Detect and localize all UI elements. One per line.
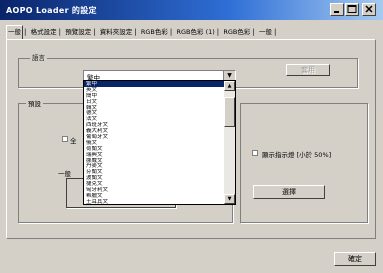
- options-label: 預設: [26, 98, 43, 108]
- select-button[interactable]: 選擇: [253, 185, 325, 199]
- minimize-button[interactable]: [330, 3, 344, 16]
- tab-general-2[interactable]: 一般: [258, 26, 273, 39]
- title-bar: AOPO Loader 的設定: [0, 0, 383, 20]
- maximize-button[interactable]: [345, 3, 359, 16]
- apply-button[interactable]: 套用: [286, 64, 330, 76]
- language-options: 繁中 英文 簡中 日文 韓文 德文 法文 西班牙文 義大利文 葡萄牙文 俄文 荷蘭文 瑞典文 挪威文 丹麥文…: [84, 81, 235, 204]
- sub-group-label: 一般: [58, 170, 71, 178]
- ok-button[interactable]: 確定: [334, 252, 376, 266]
- language-dropdown-list[interactable]: 繁中 英文 簡中 日文 韓文 德文 法文 西班牙文 義大利文 葡萄牙文 俄文 荷蘭文 瑞典文 挪威文 丹麥文…: [83, 80, 236, 205]
- tab-format[interactable]: 格式設定: [30, 26, 58, 39]
- tab-rgb[interactable]: RGB色彩: [140, 26, 169, 39]
- dropdown-scrollbar[interactable]: ▲ ▼: [224, 81, 235, 204]
- scroll-down-icon[interactable]: ▼: [224, 194, 235, 204]
- tab-folder[interactable]: 資料夾設定: [99, 26, 134, 39]
- close-icon: [365, 5, 373, 13]
- scroll-thumb[interactable]: [224, 97, 235, 127]
- indicator-group: [240, 103, 368, 223]
- settings-window: AOPO Loader 的設定 一般 | 格式設定 | 預覽設定 | 資料夾設定 | R…: [0, 0, 383, 273]
- chevron-down-icon[interactable]: ▼: [223, 71, 235, 80]
- tab-rgb-1[interactable]: RGB色彩 (1): [175, 26, 215, 39]
- language-label: 語言: [30, 52, 47, 62]
- indicator-checkbox[interactable]: [252, 150, 258, 156]
- option-checkbox[interactable]: [62, 136, 68, 142]
- option-checkbox-label: 全: [70, 137, 77, 145]
- tab-preview[interactable]: 預覽設定: [64, 26, 92, 39]
- tab-strip: 一般 | 格式設定 | 預覽設定 | 資料夾設定 | RGB色彩 | RGB色彩 (1) |…: [6, 25, 291, 40]
- close-button[interactable]: [362, 3, 376, 16]
- maximize-icon: [347, 5, 357, 13]
- minimize-icon: [334, 11, 339, 13]
- scroll-up-icon[interactable]: ▲: [224, 81, 235, 91]
- tab-general[interactable]: 一般: [6, 25, 23, 40]
- window-title: AOPO Loader 的設定: [6, 6, 97, 15]
- tab-rgb-2[interactable]: RGB色彩: [222, 26, 251, 39]
- indicator-checkbox-label: 顯示指示燈 [小於 50%]: [262, 151, 332, 159]
